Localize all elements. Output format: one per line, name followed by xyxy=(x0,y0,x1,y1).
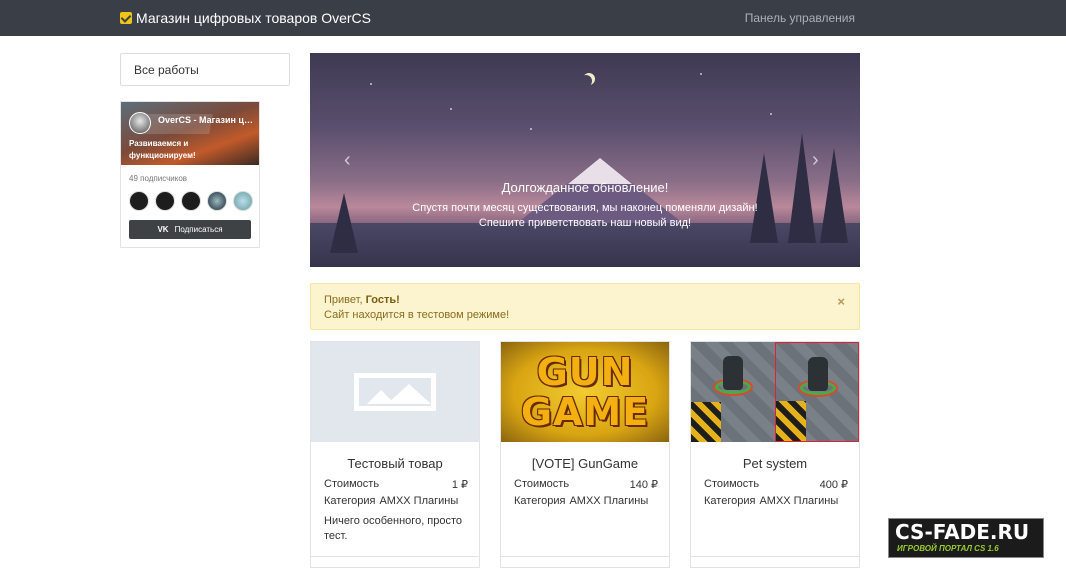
top-navbar: Магазин цифровых товаров OverCS Панель у… xyxy=(0,0,1066,36)
pet-model xyxy=(723,356,743,390)
vk-group-description: Развиваемся и функционируем! xyxy=(129,139,196,160)
product-image[interactable] xyxy=(311,342,479,442)
brand-link[interactable]: Магазин цифровых товаров OverCS xyxy=(120,0,371,36)
vk-subscribe-button[interactable]: VK Подписаться xyxy=(129,220,251,239)
product-card[interactable]: Pet system Стоимость 400 ₽ Категория AMX… xyxy=(690,341,860,568)
hazard-stripe xyxy=(691,402,721,442)
category-value: AMXX Плагины xyxy=(759,495,839,507)
price-label: Стоимость xyxy=(324,478,380,490)
control-panel-link[interactable]: Панель управления xyxy=(745,0,855,36)
product-image[interactable]: GUN GAME xyxy=(501,342,669,442)
card-footer xyxy=(691,556,859,568)
product-category-row: Категория AMXX Плагины xyxy=(514,495,658,507)
vk-subscriber-avatar[interactable] xyxy=(155,191,175,211)
category-value: AMXX Плагины xyxy=(569,495,649,507)
site-watermark: CS-FADE.RU ИГРОВОЙ ПОРТАЛ CS 1.6 xyxy=(888,518,1044,558)
vk-group-name[interactable]: OverCS - Магазин цифровых товаров xyxy=(158,115,258,125)
star-decoration xyxy=(450,108,452,110)
vk-subscriber-count: 49 подписчиков xyxy=(129,174,188,183)
pet-model xyxy=(808,357,828,391)
category-label: Категория xyxy=(514,495,566,507)
price-value: 140 ₽ xyxy=(629,479,658,491)
vk-subscriber-avatar[interactable] xyxy=(129,191,149,211)
product-category-row: Категория AMXX Плагины xyxy=(324,495,468,507)
alert-greeting-name: Гость! xyxy=(365,294,400,306)
category-label: Категория xyxy=(324,495,376,507)
card-footer xyxy=(311,556,479,568)
price-value: 1 ₽ xyxy=(451,479,468,491)
vk-subscriber-avatars xyxy=(129,191,253,211)
close-icon[interactable]: × xyxy=(837,294,845,309)
card-footer xyxy=(501,556,669,568)
vk-subscriber-avatar[interactable] xyxy=(181,191,201,211)
price-value: 400 ₽ xyxy=(819,479,848,491)
product-card[interactable]: GUN GAME [VOTE] GunGame Стоимость 140 ₽ … xyxy=(500,341,670,568)
product-category-row: Категория AMXX Плагины xyxy=(704,495,848,507)
all-works-button[interactable]: Все работы xyxy=(120,53,290,86)
product-title[interactable]: Тестовый товар xyxy=(311,456,479,471)
star-decoration xyxy=(770,113,772,115)
hazard-stripe xyxy=(776,401,806,441)
product-price-row: Стоимость 1 ₽ xyxy=(324,478,468,491)
vk-group-avatar[interactable] xyxy=(129,112,151,134)
alert-message: Сайт находится в тестовом режиме! xyxy=(324,309,510,321)
product-title[interactable]: Pet system xyxy=(691,456,859,471)
checkbox-icon xyxy=(120,12,132,24)
product-title[interactable]: [VOTE] GunGame xyxy=(501,456,669,471)
star-decoration xyxy=(530,128,532,130)
brand-title: Магазин цифровых товаров OverCS xyxy=(136,10,372,26)
star-decoration xyxy=(700,73,702,75)
hero-carousel: ‹ › Долгожданное обновление! Спустя почт… xyxy=(310,53,860,267)
pet-screenshot-left xyxy=(691,342,775,442)
test-mode-alert: Привет, Гость! Сайт находится в тестовом… xyxy=(310,283,860,330)
slide-text-line-2: Спешите приветствовать наш новый вид! xyxy=(478,217,692,229)
vk-cover-image: OverCS - Магазин цифровых товаров Развив… xyxy=(121,102,259,165)
slide-text-line-1: Спустя почти месяц существования, мы нак… xyxy=(412,202,758,214)
pet-screenshot-right xyxy=(775,342,859,442)
alert-greeting: Привет, Гость! xyxy=(324,293,846,308)
slide-title: Долгожданное обновление! xyxy=(501,180,669,195)
carousel-prev-icon[interactable]: ‹ xyxy=(344,149,351,172)
vk-subscriber-avatar[interactable] xyxy=(207,191,227,211)
price-label: Стоимость xyxy=(704,478,760,490)
category-value: AMXX Плагины xyxy=(379,495,459,507)
product-description: Ничего особенного, просто тест. xyxy=(324,515,463,542)
alert-greeting-prefix: Привет, xyxy=(324,294,366,306)
gungame-logo-text: GUN xyxy=(536,350,634,394)
vk-subscribe-label: Подписаться xyxy=(174,225,223,234)
moon-icon xyxy=(580,75,592,87)
vk-group-widget: OverCS - Магазин цифровых товаров Развив… xyxy=(120,101,260,248)
price-label: Стоимость xyxy=(514,478,570,490)
image-placeholder-icon xyxy=(354,373,436,411)
carousel-next-icon[interactable]: › xyxy=(812,149,819,172)
gungame-logo-text: GAME xyxy=(520,390,650,434)
product-price-row: Стоимость 140 ₽ xyxy=(514,478,658,491)
product-card[interactable]: Тестовый товар Стоимость 1 ₽ Категория A… xyxy=(310,341,480,568)
star-decoration xyxy=(370,83,372,85)
vk-logo-icon: VK xyxy=(157,225,169,234)
vk-subscriber-avatar[interactable] xyxy=(233,191,253,211)
product-image[interactable] xyxy=(691,342,859,442)
watermark-subtitle: ИГРОВОЙ ПОРТАЛ CS 1.6 xyxy=(897,544,999,553)
slide-caption: Долгожданное обновление! Спустя почти ме… xyxy=(310,180,860,231)
watermark-title: CS-FADE.RU xyxy=(895,520,1030,544)
category-label: Категория xyxy=(704,495,756,507)
product-price-row: Стоимость 400 ₽ xyxy=(704,478,848,491)
